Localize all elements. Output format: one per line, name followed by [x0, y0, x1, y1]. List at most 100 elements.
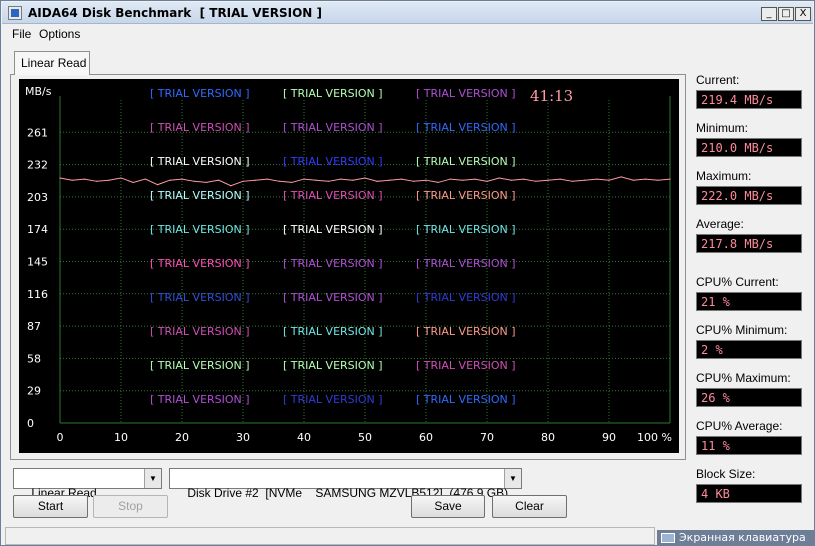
data-point — [547, 179, 549, 181]
timer-label: 41:13 — [530, 87, 573, 105]
clear-button[interactable]: Clear — [492, 495, 567, 518]
cpu-average-value: 11 % — [696, 436, 802, 455]
trial-watermark: [ TRIAL VERSION ] — [416, 189, 516, 202]
y-tick-label: 145 — [27, 256, 48, 269]
title-bar[interactable]: AIDA64 Disk Benchmark [ TRIAL VERSION ] … — [2, 2, 813, 24]
chevron-down-icon[interactable]: ▼ — [144, 469, 161, 488]
data-point — [571, 180, 574, 182]
trial-watermark: [ TRIAL VERSION ] — [150, 291, 250, 304]
trial-watermark: [ TRIAL VERSION ] — [416, 155, 516, 168]
x-tick-label: 70 — [480, 431, 494, 444]
x-tick-label: 90 — [602, 431, 616, 444]
data-point — [584, 179, 586, 181]
data-point — [559, 178, 561, 180]
save-button[interactable]: Save — [411, 495, 485, 518]
test-type-select[interactable]: Linear Read ▼ — [13, 468, 162, 500]
x-tick-label: 60 — [419, 431, 433, 444]
trial-watermark: [ TRIAL VERSION ] — [416, 223, 516, 236]
tab-linear-read[interactable]: Linear Read — [14, 51, 90, 75]
benchmark-window: AIDA64 Disk Benchmark [ TRIAL VERSION ] … — [0, 0, 815, 546]
trial-watermark: [ TRIAL VERSION ] — [416, 291, 516, 304]
data-point — [120, 177, 122, 179]
data-point — [218, 179, 220, 181]
y-tick-label: 29 — [27, 385, 41, 398]
data-point — [83, 178, 85, 180]
trial-watermark: [ TRIAL VERSION ] — [283, 393, 383, 406]
data-point — [376, 180, 378, 182]
close-button[interactable]: X — [795, 7, 811, 21]
minimize-button[interactable]: _ — [761, 7, 777, 21]
y-tick-label: 203 — [27, 191, 48, 204]
block-size-value: 4 KB — [696, 484, 802, 503]
data-point — [596, 178, 598, 180]
trial-watermark: [ TRIAL VERSION ] — [283, 257, 383, 270]
y-tick-label: 116 — [27, 288, 48, 301]
menu-options[interactable]: Options — [39, 27, 80, 41]
minimum-value: 210.0 MB/s — [696, 138, 802, 157]
data-point — [279, 180, 281, 182]
maximum-value: 222.0 MB/s — [696, 186, 802, 205]
x-tick-label: 0 — [57, 431, 64, 444]
window-title: AIDA64 Disk Benchmark [ TRIAL VERSION ] — [28, 6, 322, 20]
drive-select[interactable]: Disk Drive #2 [NVMe SAMSUNG MZVLB512] (4… — [169, 468, 522, 500]
stop-button[interactable]: Stop — [93, 495, 168, 518]
data-point — [169, 179, 171, 181]
chevron-down-icon[interactable]: ▼ — [504, 469, 521, 488]
menu-file[interactable]: File — [12, 27, 31, 41]
maximize-button[interactable]: □ — [778, 7, 794, 21]
y-tick-label: 261 — [27, 126, 48, 139]
x-tick-label: 100 % — [637, 431, 672, 444]
data-point — [352, 179, 354, 181]
data-point — [71, 179, 73, 181]
cpu-maximum-label: CPU% Maximum: — [696, 371, 791, 385]
data-point — [401, 178, 403, 180]
trial-watermark: [ TRIAL VERSION ] — [416, 393, 516, 406]
x-tick-label: 10 — [114, 431, 128, 444]
osk-label: Экранная клавиатура — [679, 531, 806, 544]
x-tick-label: 20 — [175, 431, 189, 444]
data-point — [388, 179, 390, 181]
data-point — [96, 180, 98, 182]
trial-watermark: [ TRIAL VERSION ] — [416, 87, 516, 100]
data-point — [620, 176, 622, 178]
data-point — [425, 179, 427, 181]
data-point — [669, 178, 671, 180]
data-point — [535, 180, 537, 182]
current-label: Current: — [696, 73, 740, 87]
x-tick-label: 50 — [358, 431, 372, 444]
start-button[interactable]: Start — [13, 495, 88, 518]
trial-watermark: [ TRIAL VERSION ] — [283, 291, 383, 304]
trial-watermark: [ TRIAL VERSION ] — [283, 155, 383, 168]
y-tick-label: 232 — [27, 159, 48, 172]
data-point — [462, 179, 464, 181]
on-screen-keyboard-taskbar-item[interactable]: Экранная клавиатура — [657, 530, 815, 546]
trial-watermark: [ TRIAL VERSION ] — [283, 87, 383, 100]
data-point — [340, 178, 342, 180]
trial-watermark: [ TRIAL VERSION ] — [416, 121, 516, 134]
data-point — [486, 180, 488, 182]
data-point — [242, 180, 244, 182]
data-point — [632, 179, 635, 181]
data-point — [437, 181, 439, 184]
data-point — [645, 178, 647, 180]
cpu-maximum-value: 26 % — [696, 388, 802, 407]
cpu-minimum-label: CPU% Minimum: — [696, 323, 788, 337]
data-point — [144, 178, 146, 180]
trial-watermark: [ TRIAL VERSION ] — [283, 359, 383, 372]
trial-watermark: [ TRIAL VERSION ] — [416, 359, 516, 372]
data-point — [291, 181, 293, 184]
data-point — [181, 178, 183, 180]
data-point — [254, 179, 256, 181]
trial-watermark: [ TRIAL VERSION ] — [150, 189, 250, 202]
trial-watermark: [ TRIAL VERSION ] — [150, 87, 250, 100]
cpu-minimum-value: 2 % — [696, 340, 802, 359]
trial-watermark: [ TRIAL VERSION ] — [150, 325, 250, 338]
data-point — [327, 180, 329, 182]
y-tick-label: 0 — [27, 417, 34, 430]
trial-watermark: [ TRIAL VERSION ] — [283, 121, 383, 134]
cpu-current-label: CPU% Current: — [696, 275, 779, 289]
data-point — [523, 178, 525, 180]
trial-watermark: [ TRIAL VERSION ] — [416, 325, 516, 338]
trial-watermark: [ TRIAL VERSION ] — [150, 223, 250, 236]
x-tick-label: 80 — [541, 431, 555, 444]
